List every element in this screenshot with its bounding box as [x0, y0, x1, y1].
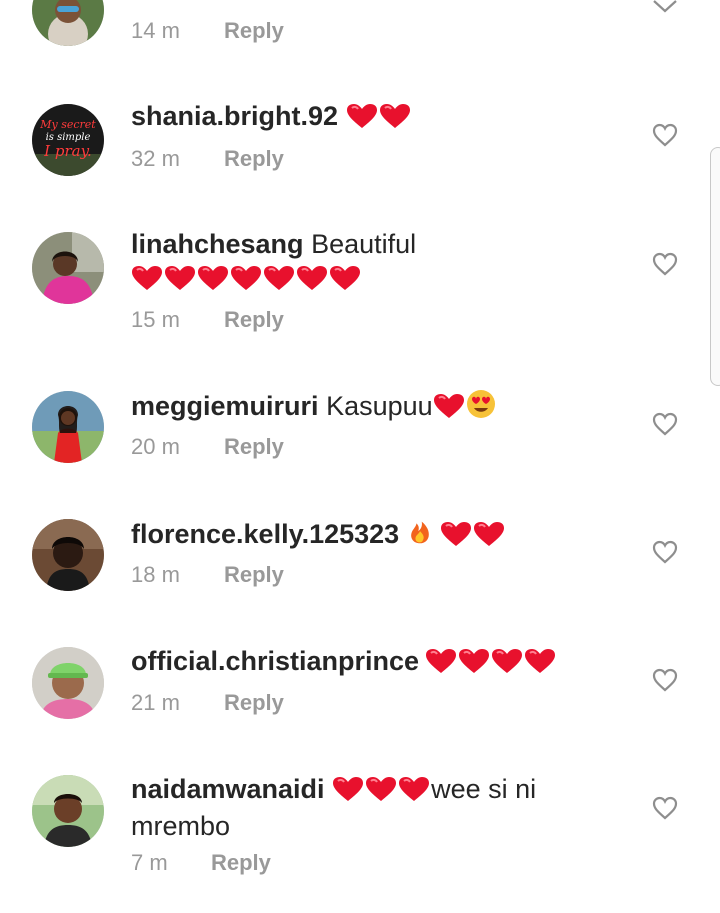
- comment-time: 7 m: [131, 850, 168, 875]
- red-heart-emoji: [263, 265, 295, 291]
- red-heart-emoji: [440, 521, 472, 547]
- comment-time: 15 m: [131, 307, 180, 332]
- heart-outline-icon[interactable]: [652, 412, 678, 436]
- comment-time: 21 m: [131, 690, 180, 715]
- avatar[interactable]: [32, 0, 104, 46]
- red-heart-emoji: [296, 265, 328, 291]
- avatar[interactable]: [32, 519, 104, 591]
- comment-text-continued: mrembo: [131, 811, 231, 841]
- comment-time: 14 m: [131, 18, 180, 43]
- avatar[interactable]: [32, 775, 104, 847]
- red-heart-emoji: [230, 265, 262, 291]
- heart-outline-icon[interactable]: [652, 668, 678, 692]
- reply-button[interactable]: Reply: [224, 560, 284, 590]
- scrollbar[interactable]: [710, 147, 720, 386]
- avatar[interactable]: [32, 647, 104, 719]
- avatar[interactable]: [32, 232, 104, 304]
- comment-time: 18 m: [131, 562, 180, 587]
- heart-outline-icon[interactable]: [652, 123, 678, 147]
- red-heart-emoji: [491, 648, 523, 674]
- reply-button[interactable]: Reply: [224, 432, 284, 462]
- heart-emoji-group: [131, 265, 362, 299]
- heart-emoji-group: [346, 103, 412, 137]
- red-heart-emoji: [197, 265, 229, 291]
- reply-button[interactable]: Reply: [224, 305, 284, 335]
- red-heart-emoji: [524, 648, 556, 674]
- avatar-text-line: My secret: [39, 118, 96, 131]
- heart-emoji-group: [332, 776, 431, 810]
- comment-username[interactable]: official.christianprince: [131, 646, 419, 676]
- chevron-down-icon[interactable]: [652, 0, 678, 14]
- reply-button[interactable]: Reply: [224, 688, 284, 718]
- red-heart-emoji: [379, 103, 411, 129]
- reply-button[interactable]: Reply: [224, 144, 284, 174]
- red-heart-emoji: [473, 521, 505, 547]
- heart-outline-icon[interactable]: [652, 252, 678, 276]
- comment-text: Beautiful: [311, 229, 417, 259]
- heart-outline-icon[interactable]: [652, 796, 678, 820]
- red-heart-emoji: [425, 648, 457, 674]
- heart-emoji-group: [425, 648, 557, 682]
- comment-username[interactable]: meggiemuiruri: [131, 391, 319, 421]
- reply-button[interactable]: Reply: [211, 848, 271, 878]
- avatar[interactable]: [32, 391, 104, 463]
- comment-username[interactable]: naidamwanaidi: [131, 774, 325, 804]
- red-heart-emoji: [458, 648, 490, 674]
- red-heart-emoji: [329, 265, 361, 291]
- comment-time: 32 m: [131, 146, 180, 171]
- red-heart-emoji: [398, 776, 430, 802]
- heart-emoji-group: [440, 521, 506, 555]
- comment-username[interactable]: linahchesang: [131, 229, 304, 259]
- comment-username[interactable]: shania.bright.92: [131, 101, 338, 131]
- red-heart-emoji: [365, 776, 397, 802]
- red-heart-emoji: [164, 265, 196, 291]
- comment-time: 20 m: [131, 434, 180, 459]
- red-heart-emoji: [346, 103, 378, 129]
- red-heart-emoji: [332, 776, 364, 802]
- heart-emoji-group: [433, 393, 466, 427]
- red-heart-emoji: [131, 265, 163, 291]
- avatar[interactable]: My secret is simple I pray.: [32, 104, 104, 176]
- comment-text: wee si ni: [431, 774, 537, 804]
- reply-button[interactable]: Reply: [224, 16, 284, 46]
- heart-eyes-emoji: [466, 390, 495, 418]
- avatar-text-line: I pray.: [43, 142, 92, 160]
- fire-emoji: [410, 521, 429, 544]
- red-heart-emoji: [433, 393, 465, 419]
- comment-username[interactable]: florence.kelly.125323: [131, 519, 399, 549]
- comment-text: Kasupuu: [326, 391, 433, 421]
- heart-outline-icon[interactable]: [652, 540, 678, 564]
